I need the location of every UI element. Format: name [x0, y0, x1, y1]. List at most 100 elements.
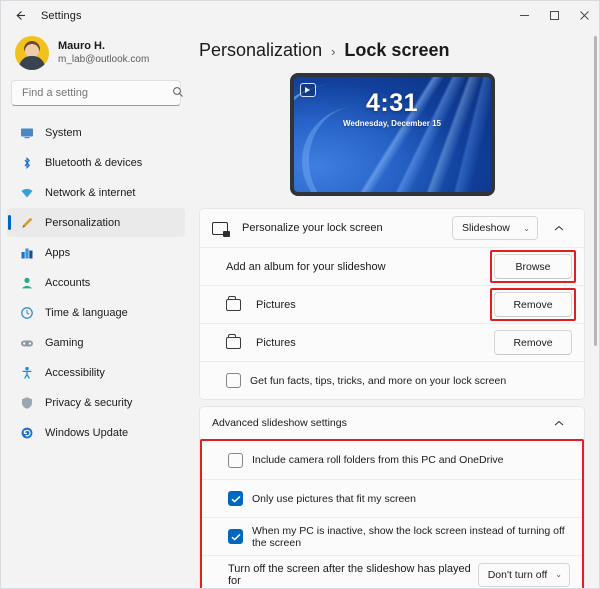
page-title: Lock screen [344, 40, 450, 60]
sidebar: Mauro H. m_lab@outlook.com System [1, 30, 191, 588]
checkbox-unchecked-icon[interactable] [226, 373, 241, 388]
advanced-card: Advanced slideshow settings Include came… [199, 406, 585, 588]
lock-screen-preview-wrap: 4:31 Wednesday, December 15 [199, 73, 585, 196]
close-icon [579, 11, 589, 20]
search-box[interactable] [11, 80, 184, 106]
sidebar-item-personalization[interactable]: Personalization [7, 208, 185, 237]
personalize-dropdown-value: Slideshow [462, 222, 510, 234]
advanced-header-row[interactable]: Advanced slideshow settings [200, 407, 584, 439]
remove-button[interactable]: Remove [494, 330, 572, 355]
sidebar-item-bluetooth-devices[interactable]: Bluetooth & devices [7, 148, 185, 177]
clock-icon [19, 305, 35, 321]
turn-off-screen-value: Don't turn off [487, 568, 548, 581]
turn-off-screen-label: Turn off the screen after the slideshow … [228, 562, 471, 587]
search-input[interactable] [20, 86, 166, 100]
breadcrumb-separator: › [331, 44, 336, 59]
lock-screen-preview[interactable]: 4:31 Wednesday, December 15 [289, 73, 495, 196]
account-email: m_lab@outlook.com [58, 53, 150, 65]
avatar [15, 36, 49, 70]
sidebar-item-network-internet[interactable]: Network & internet [7, 178, 185, 207]
personalize-card: Personalize your lock screen Slideshow ⌄ [199, 208, 585, 400]
chevron-down-icon: ⌄ [523, 223, 530, 233]
sidebar-item-label: Accounts [45, 276, 91, 289]
advanced-highlight-box: Include camera roll folders from this PC… [200, 439, 584, 588]
album-row: Add an album for your slideshow Browse [200, 247, 584, 285]
apps-icon [19, 245, 35, 261]
chevron-up-icon [554, 225, 564, 230]
album-label: Add an album for your slideshow [226, 260, 386, 273]
advanced-header-label: Advanced slideshow settings [212, 417, 347, 429]
window-controls [509, 1, 599, 30]
minimize-button[interactable] [509, 1, 539, 30]
shield-icon [19, 395, 35, 411]
sidebar-item-accessibility[interactable]: Accessibility [7, 358, 185, 387]
personalize-label: Personalize your lock screen [242, 222, 383, 234]
back-button[interactable] [9, 5, 31, 27]
inactive-lockscreen-checkbox-row[interactable]: When my PC is inactive, show the lock sc… [228, 525, 570, 549]
fun-facts-checkbox-row[interactable]: Get fun facts, tips, tricks, and more on… [226, 373, 572, 388]
sidebar-item-label: System [45, 126, 82, 139]
gaming-icon [19, 335, 35, 351]
sidebar-item-accounts[interactable]: Accounts [7, 268, 185, 297]
scrollbar-thumb[interactable] [594, 36, 597, 346]
advanced-option-row: When my PC is inactive, show the lock sc… [202, 517, 582, 555]
lock-screen-icon [212, 221, 230, 237]
turn-off-screen-row: Turn off the screen after the slideshow … [202, 555, 582, 588]
sidebar-item-apps[interactable]: Apps [7, 238, 185, 267]
remove-button[interactable]: Remove [490, 288, 576, 321]
account-name: Mauro H. [58, 39, 106, 52]
chevron-down-icon: ⌄ [555, 570, 562, 579]
fit-screen-checkbox-row[interactable]: Only use pictures that fit my screen [228, 491, 570, 506]
advanced-expander-button[interactable] [546, 411, 572, 435]
sidebar-item-privacy-security[interactable]: Privacy & security [7, 388, 185, 417]
sidebar-item-label: Time & language [45, 306, 128, 319]
chevron-up-icon [554, 420, 564, 425]
update-icon [19, 425, 35, 441]
folder-row: Pictures Remove [200, 323, 584, 361]
sidebar-item-system[interactable]: System [7, 118, 185, 147]
fun-facts-row: Get fun facts, tips, tricks, and more on… [200, 361, 584, 399]
network-icon [19, 185, 35, 201]
sidebar-item-label: Apps [45, 246, 71, 259]
folder-row: Pictures Remove [200, 285, 584, 323]
sidebar-item-label: Windows Update [45, 426, 129, 439]
breadcrumb-parent[interactable]: Personalization [199, 40, 322, 61]
monitor-icon [19, 125, 35, 141]
advanced-option-row: Only use pictures that fit my screen [202, 479, 582, 517]
search-icon [172, 86, 184, 101]
back-arrow-icon [15, 11, 25, 20]
sidebar-item-time-language[interactable]: Time & language [7, 298, 185, 327]
accounts-icon [19, 275, 35, 291]
accessibility-icon [19, 365, 35, 381]
slideshow-play-icon [299, 83, 316, 97]
folder-icon [226, 296, 244, 311]
sidebar-item-gaming[interactable]: Gaming [7, 328, 185, 357]
inactive-lockscreen-label: When my PC is inactive, show the lock sc… [252, 524, 565, 549]
checkbox-checked-icon[interactable] [228, 491, 243, 506]
preview-time: 4:31 [365, 89, 419, 117]
maximize-button[interactable] [539, 1, 569, 30]
personalize-expander-button[interactable] [546, 216, 572, 240]
account-block[interactable]: Mauro H. m_lab@outlook.com [7, 30, 185, 80]
browse-button[interactable]: Browse [490, 250, 576, 283]
content-scrollbar[interactable] [594, 36, 597, 582]
sidebar-item-label: Accessibility [45, 366, 105, 379]
checkbox-unchecked-icon[interactable] [228, 452, 243, 468]
preview-date: Wednesday, December 15 [343, 119, 441, 128]
turn-off-screen-dropdown[interactable]: Don't turn off ⌄ [477, 562, 570, 587]
camera-roll-label: Include camera roll folders from this PC… [252, 454, 504, 466]
folder-name: Pictures [256, 298, 296, 311]
breadcrumb: Personalization › Lock screen [199, 30, 585, 73]
bluetooth-icon [19, 155, 35, 171]
sidebar-item-label: Privacy & security [45, 396, 133, 409]
sidebar-item-label: Gaming [45, 336, 84, 349]
folder-icon [226, 334, 244, 349]
checkbox-checked-icon[interactable] [228, 529, 243, 544]
sidebar-item-label: Bluetooth & devices [45, 156, 143, 169]
close-button[interactable] [569, 1, 599, 30]
fit-screen-label: Only use pictures that fit my screen [252, 492, 416, 505]
camera-roll-checkbox-row[interactable]: Include camera roll folders from this PC… [228, 452, 570, 468]
paintbrush-icon [19, 215, 35, 231]
personalize-dropdown[interactable]: Slideshow ⌄ [452, 216, 538, 240]
sidebar-item-windows-update[interactable]: Windows Update [7, 418, 185, 447]
